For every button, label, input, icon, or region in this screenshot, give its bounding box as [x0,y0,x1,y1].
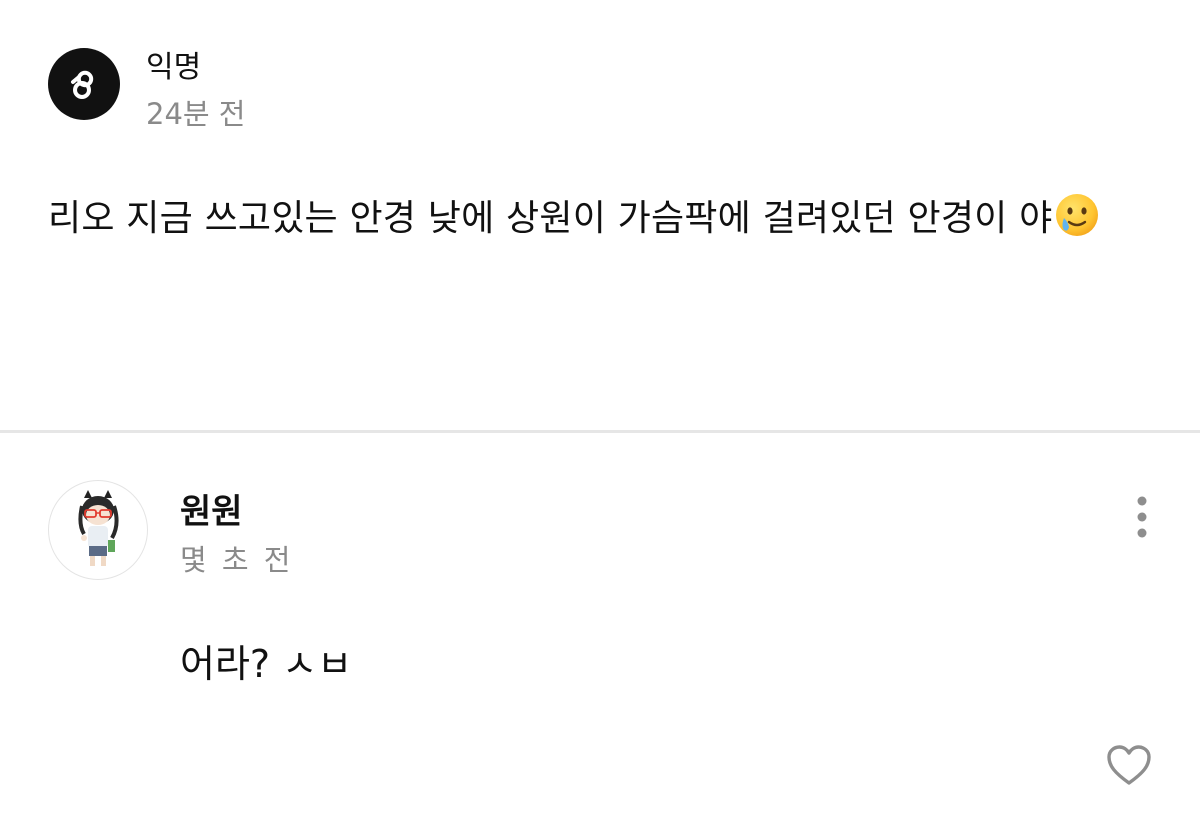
smiling-face-with-tear-icon [1054,192,1100,256]
post-author-name: 익명 [146,50,202,85]
section-divider [0,430,1200,433]
comment-text: 어라? ㅅㅂ [180,642,353,686]
comment-author-name: 원원 [180,492,243,532]
comment-timestamp: 몇 초 전 [180,543,294,577]
more-options-button[interactable] [1124,492,1160,542]
heart-outline-icon [1107,745,1151,785]
anonymous-avatar[interactable] [48,48,120,120]
anonymous-logo-icon [71,70,94,99]
character-avatar-icon[interactable] [48,480,148,580]
like-button[interactable] [1102,740,1156,790]
post-card: 익명 24분 전 리오 지금 쓰고있는 안경 낮에 상원이 가슴팍에 걸려있던 … [0,0,1200,430]
post-text: 리오 지금 쓰고있는 안경 낮에 상원이 가슴팍에 걸려있던 안경이 야 [48,198,1053,239]
post-timestamp: 24분 전 [146,97,246,131]
vertical-dots-icon [1137,496,1147,538]
post-content: 리오 지금 쓰고있는 안경 낮에 상원이 가슴팍에 걸려있던 안경이 야 [48,190,1158,256]
